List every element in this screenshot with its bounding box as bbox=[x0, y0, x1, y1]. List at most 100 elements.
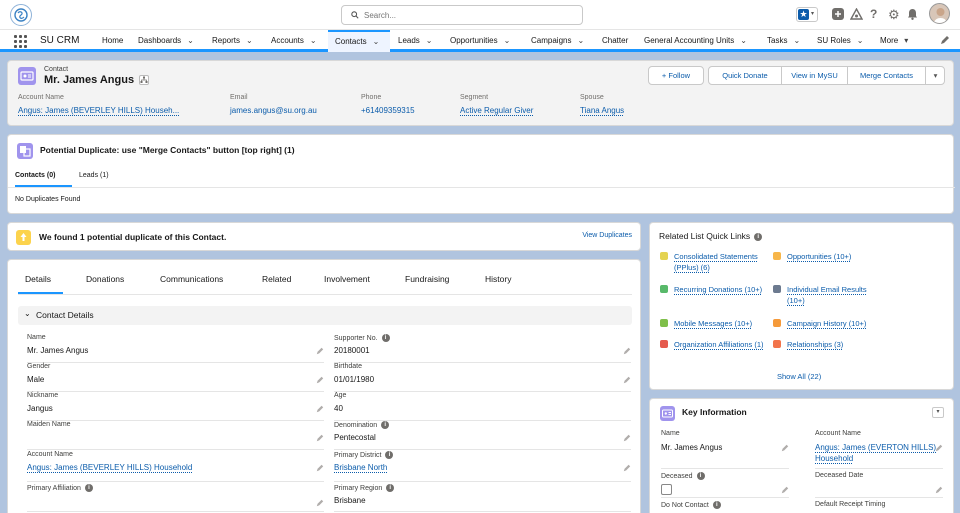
consolidated-statements-icon bbox=[660, 252, 668, 260]
more-actions-dropdown-icon[interactable]: ▾ bbox=[926, 67, 945, 84]
chevron-down-icon[interactable]: ⌄ bbox=[793, 30, 800, 52]
nav-item-chatter[interactable]: Chatter bbox=[602, 30, 628, 52]
edit-pencil-icon[interactable] bbox=[623, 464, 631, 472]
quick-link-recurring-donations[interactable]: Recurring Donations (10+) bbox=[660, 284, 766, 295]
info-icon[interactable]: i bbox=[84, 484, 93, 492]
active-tab-indicator bbox=[15, 185, 72, 187]
chevron-down-icon[interactable]: ⌄ bbox=[577, 30, 584, 52]
favorites-star-icon[interactable]: ★ ▾ bbox=[796, 7, 818, 22]
tab-details[interactable]: Details bbox=[25, 274, 51, 284]
quick-link-organization-affiliations[interactable]: Organization Affiliations (1) bbox=[660, 339, 766, 350]
edit-pencil-icon[interactable] bbox=[781, 444, 789, 452]
card-menu-dropdown-icon[interactable]: ▾ bbox=[932, 407, 944, 418]
primary-district-link[interactable]: Brisbane North bbox=[334, 463, 387, 472]
quick-link-campaign-history[interactable]: Campaign History (10+) bbox=[773, 318, 937, 329]
active-tab-indicator bbox=[18, 292, 63, 294]
info-icon[interactable]: i bbox=[754, 232, 763, 241]
chevron-down-icon[interactable]: ⌄ bbox=[504, 30, 511, 52]
edit-pencil-icon[interactable] bbox=[935, 444, 943, 452]
tab-donations[interactable]: Donations bbox=[86, 274, 124, 284]
duplicates-card-title: Potential Duplicate: use "Merge Contacts… bbox=[40, 145, 295, 155]
quick-link-mobile-messages[interactable]: Mobile Messages (10+) bbox=[660, 318, 784, 329]
edit-nav-pencil-icon[interactable] bbox=[940, 35, 950, 45]
info-icon[interactable]: i bbox=[381, 334, 390, 342]
chevron-down-icon[interactable]: ⌄ bbox=[740, 30, 747, 52]
edit-pencil-icon[interactable] bbox=[316, 434, 324, 442]
hierarchy-icon[interactable] bbox=[139, 75, 149, 85]
account-name-link[interactable]: Angus: James (BEVERLEY HILLS) Househ... bbox=[18, 106, 179, 115]
chevron-down-icon[interactable]: ⌄ bbox=[857, 30, 864, 52]
tab-involvement[interactable]: Involvement bbox=[324, 274, 370, 284]
info-icon[interactable]: i bbox=[386, 484, 395, 492]
follow-button[interactable]: + Follow bbox=[648, 66, 704, 85]
edit-pencil-icon[interactable] bbox=[316, 405, 324, 413]
quick-link-opportunities[interactable]: Opportunities (10+) bbox=[773, 251, 937, 262]
chevron-down-icon[interactable]: ⌄ bbox=[246, 30, 253, 52]
nav-item-dashboards[interactable]: Dashboards ⌄ bbox=[138, 30, 194, 52]
info-icon[interactable]: i bbox=[696, 472, 705, 480]
edit-pencil-icon[interactable] bbox=[781, 486, 789, 494]
edit-pencil-icon[interactable] bbox=[316, 499, 324, 507]
quick-link-consolidated-statements[interactable]: Consolidated Statements (PPlus) (6) bbox=[660, 251, 766, 273]
info-icon[interactable]: i bbox=[712, 501, 721, 509]
chevron-down-icon[interactable]: ⌄ bbox=[187, 30, 194, 52]
nav-item-tasks[interactable]: Tasks ⌄ bbox=[767, 30, 800, 52]
tab-history[interactable]: History bbox=[485, 274, 511, 284]
show-all-link[interactable]: Show All (22) bbox=[777, 372, 821, 381]
key-account-name-link[interactable]: Angus: James (EVERTON HILLS) Household bbox=[815, 442, 943, 464]
nav-item-reports[interactable]: Reports ⌄ bbox=[212, 30, 253, 52]
nav-item-accounts[interactable]: Accounts ⌄ bbox=[271, 30, 317, 52]
setup-gear-icon[interactable]: ⚙ bbox=[888, 7, 900, 23]
tab-fundraising[interactable]: Fundraising bbox=[405, 274, 449, 284]
nav-item-leads[interactable]: Leads ⌄ bbox=[398, 30, 433, 52]
phone-link[interactable]: +61409359315 bbox=[361, 106, 415, 115]
nav-item-su-roles[interactable]: SU Roles ⌄ bbox=[817, 30, 864, 52]
edit-pencil-icon[interactable] bbox=[316, 347, 324, 355]
tab-communications[interactable]: Communications bbox=[160, 274, 223, 284]
tab-duplicate-contacts[interactable]: Contacts (0) bbox=[15, 172, 55, 179]
caret-down-icon[interactable]: ▾ bbox=[904, 30, 908, 52]
global-search[interactable] bbox=[341, 5, 583, 25]
email-link[interactable]: james.angus@su.org.au bbox=[230, 106, 317, 115]
user-avatar[interactable] bbox=[929, 3, 950, 24]
deceased-checkbox[interactable] bbox=[661, 484, 672, 495]
chevron-down-icon[interactable]: ⌄ bbox=[426, 30, 433, 52]
nav-item-campaigns[interactable]: Campaigns ⌄ bbox=[531, 30, 584, 52]
help-icon[interactable]: ? bbox=[870, 7, 877, 21]
edit-pencil-icon[interactable] bbox=[623, 434, 631, 442]
view-duplicates-link[interactable]: View Duplicates bbox=[582, 232, 632, 239]
view-in-mysu-button[interactable]: View in MySU bbox=[782, 67, 848, 84]
tab-related[interactable]: Related bbox=[262, 274, 291, 284]
edit-pencil-icon[interactable] bbox=[623, 347, 631, 355]
org-logo[interactable] bbox=[10, 4, 32, 26]
nav-item-general-accounting-units[interactable]: General Accounting Units ⌄ bbox=[644, 30, 747, 52]
chevron-down-icon[interactable]: ⌄ bbox=[24, 309, 31, 318]
chevron-down-icon[interactable]: ⌄ bbox=[310, 30, 317, 52]
nav-item-opportunities[interactable]: Opportunities ⌄ bbox=[450, 30, 510, 52]
edit-pencil-icon[interactable] bbox=[623, 376, 631, 384]
quick-link-relationships[interactable]: Relationships (3) bbox=[773, 339, 937, 350]
segment-link[interactable]: Active Regular Giver bbox=[460, 106, 533, 115]
search-input[interactable] bbox=[364, 9, 564, 22]
info-icon[interactable]: i bbox=[381, 421, 390, 429]
edit-pencil-icon[interactable] bbox=[316, 376, 324, 384]
notifications-bell-icon[interactable] bbox=[907, 8, 918, 20]
nav-item-home[interactable]: Home bbox=[102, 30, 123, 52]
nav-item-contacts[interactable]: Contacts ⌄ bbox=[328, 30, 390, 52]
edit-pencil-icon[interactable] bbox=[316, 464, 324, 472]
chevron-down-icon[interactable]: ⌄ bbox=[373, 32, 380, 51]
merge-contacts-button[interactable]: Merge Contacts bbox=[848, 67, 926, 84]
info-icon[interactable]: i bbox=[385, 451, 394, 459]
trailhead-icon[interactable] bbox=[850, 8, 863, 20]
tab-duplicate-leads[interactable]: Leads (1) bbox=[79, 172, 109, 179]
quick-link-individual-email-results[interactable]: Individual Email Results (10+) bbox=[773, 284, 879, 306]
spouse-link[interactable]: Tiana Angus bbox=[580, 106, 624, 115]
quick-donate-button[interactable]: Quick Donate bbox=[709, 67, 782, 84]
nav-item-more[interactable]: More ▾ bbox=[880, 30, 908, 52]
edit-pencil-icon[interactable] bbox=[935, 486, 943, 494]
add-icon[interactable] bbox=[832, 8, 844, 20]
contact-details-section-header[interactable]: ⌄ Contact Details bbox=[18, 306, 632, 325]
account-name-link[interactable]: Angus: James (BEVERLEY HILLS) Household bbox=[27, 463, 192, 472]
duplicate-icon bbox=[17, 143, 33, 159]
app-launcher-icon[interactable] bbox=[14, 35, 27, 48]
